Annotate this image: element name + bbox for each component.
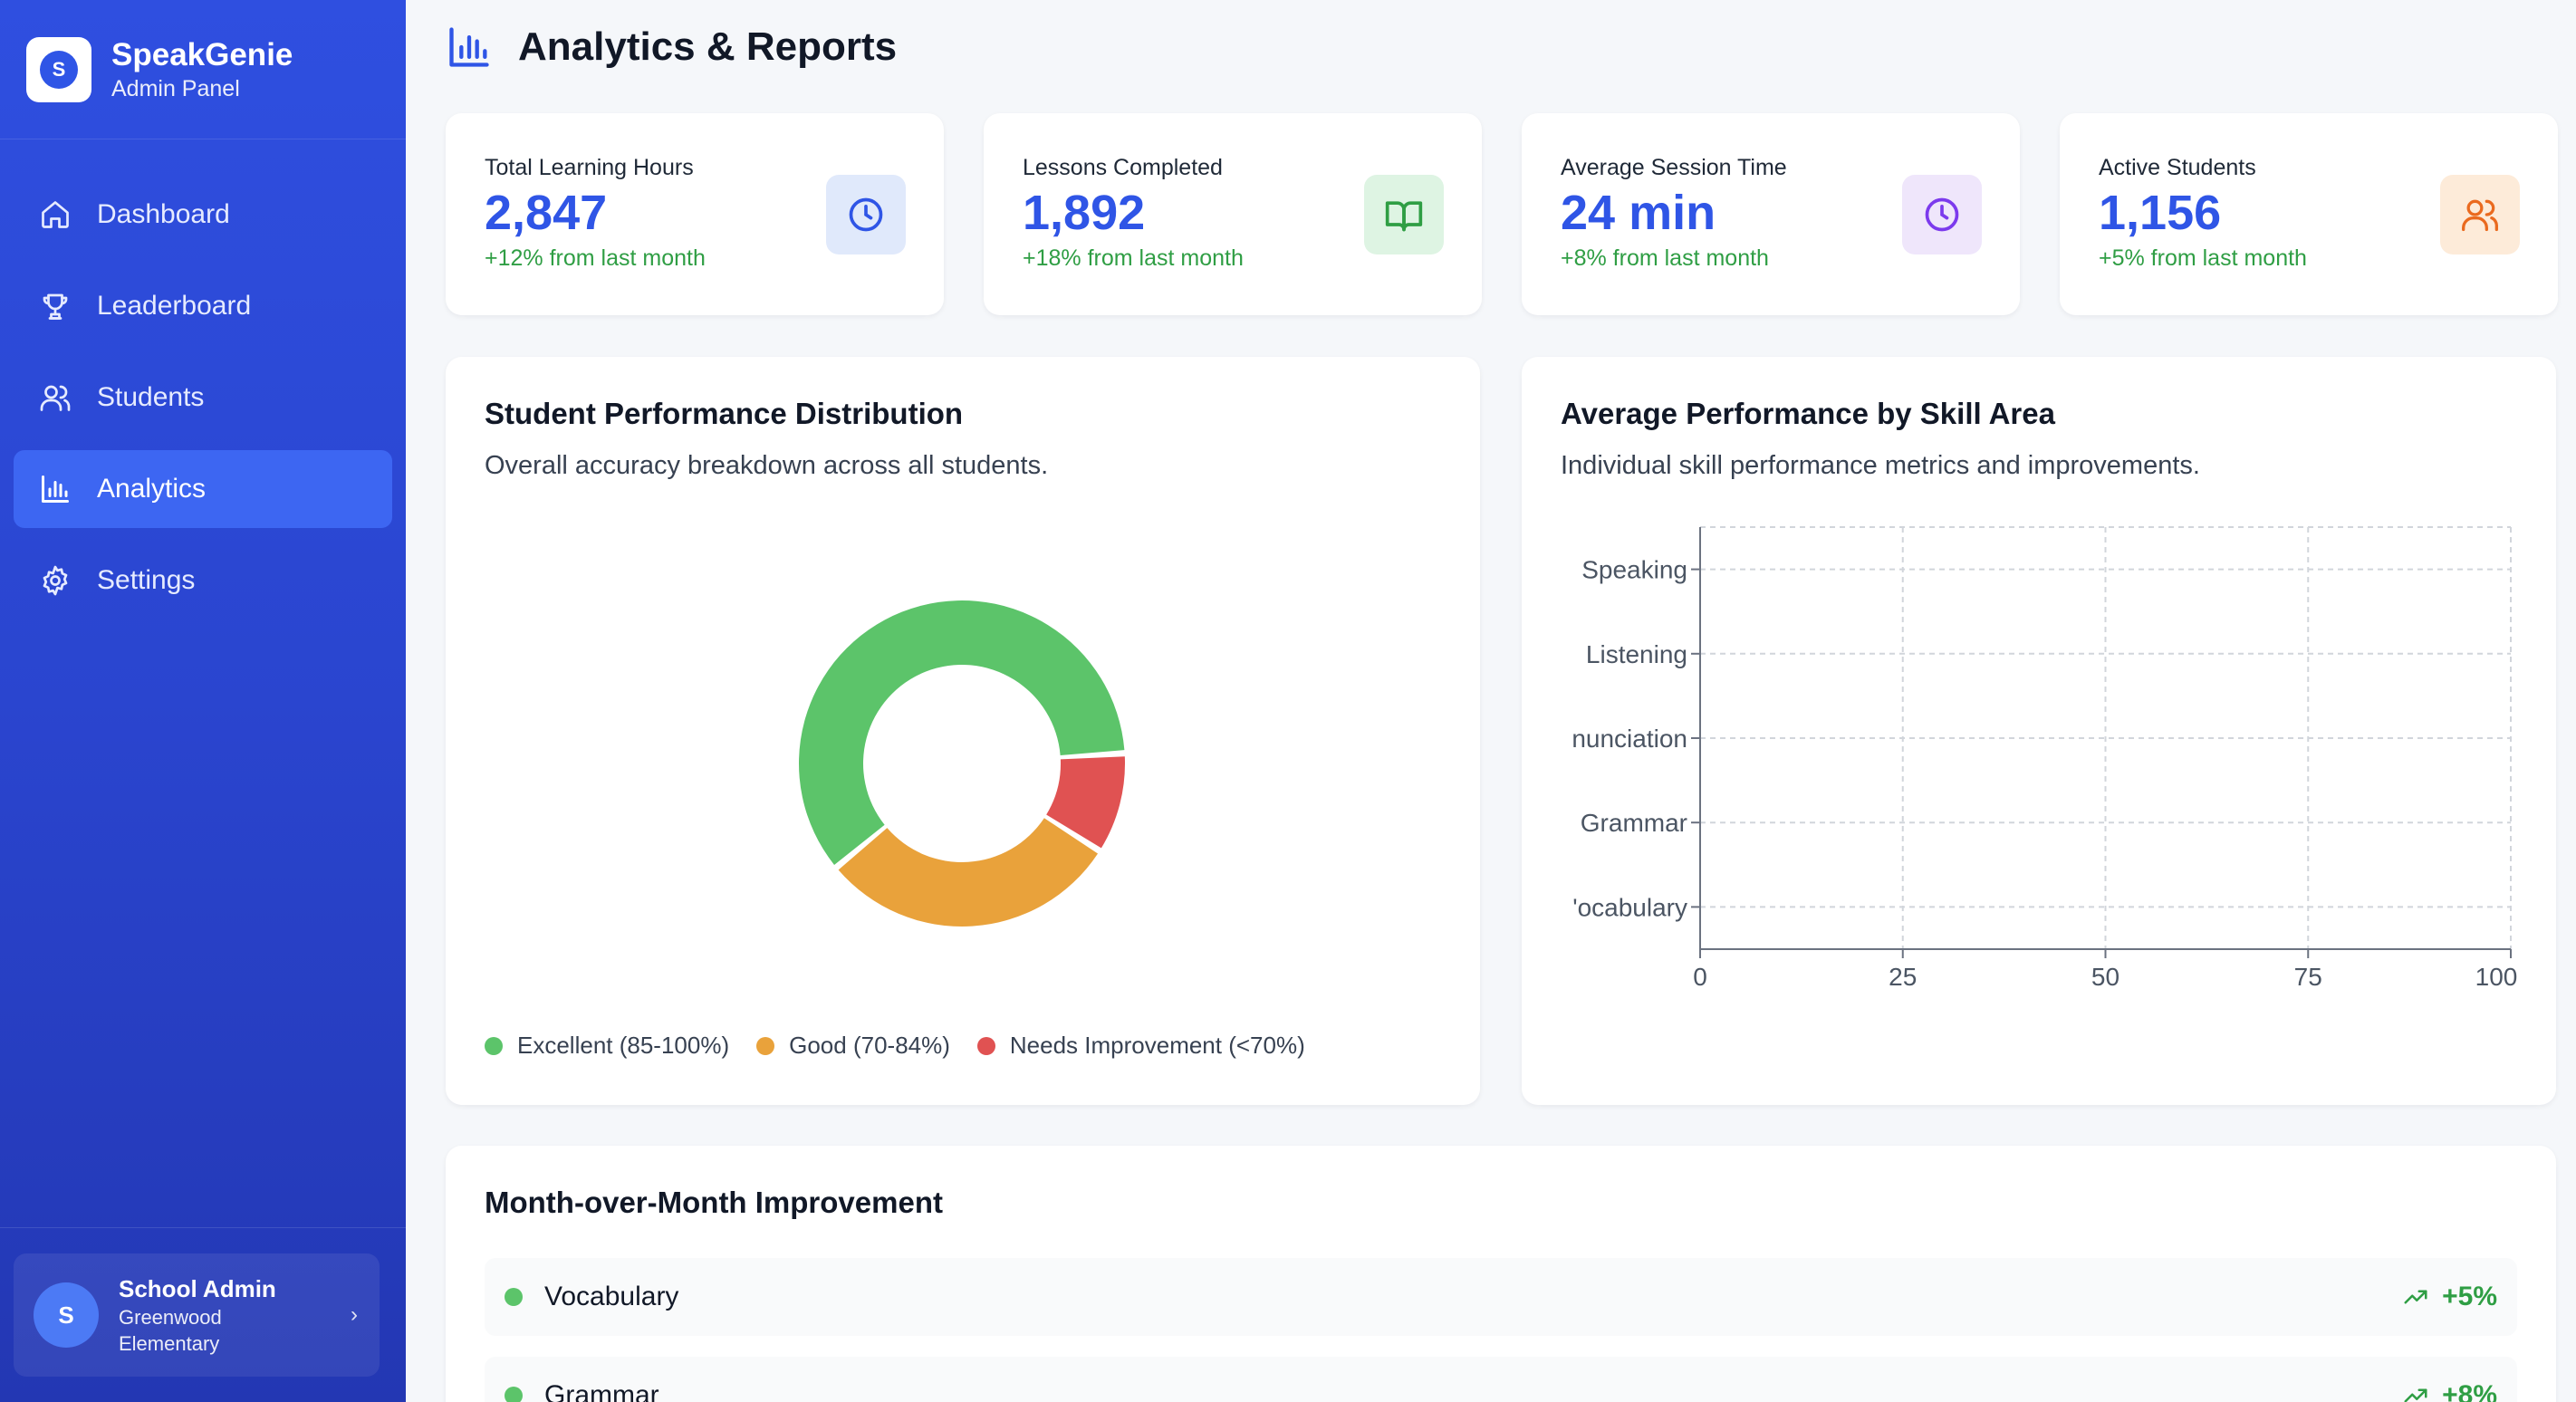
legend-swatch bbox=[976, 1036, 995, 1055]
trending-up-icon bbox=[2404, 1388, 2427, 1402]
y-tick-label: Listening bbox=[1586, 640, 1687, 668]
improvement-label: Grammar bbox=[544, 1380, 659, 1402]
sidebar-divider bbox=[0, 1227, 406, 1228]
stat-card-session-time: Average Session Time 24 min +8% from las… bbox=[1522, 113, 2020, 315]
legend-label: Needs Improvement (<70%) bbox=[1009, 1032, 1305, 1059]
brand-logo-letter: S bbox=[40, 50, 78, 89]
sidebar-item-label: Dashboard bbox=[97, 199, 230, 229]
user-name: School Admin bbox=[119, 1275, 276, 1302]
skill-bar-chart: 0 25 50 75 100 Speaking Listening nunciation Gra… bbox=[1572, 526, 2518, 991]
sidebar-item-leaderboard[interactable]: Leaderboard bbox=[14, 267, 392, 345]
chevron-right-icon: › bbox=[351, 1302, 358, 1327]
legend-swatch bbox=[485, 1036, 503, 1055]
y-tick-label: Speaking bbox=[1581, 556, 1687, 584]
brand-subtitle: Admin Panel bbox=[111, 75, 240, 101]
brand: S SpeakGenie Admin Panel bbox=[0, 0, 406, 139]
stat-icon-badge bbox=[1364, 175, 1444, 254]
sidebar: S SpeakGenie Admin Panel Dashboard Leade… bbox=[0, 0, 406, 1402]
status-dot bbox=[505, 1288, 523, 1306]
user-card[interactable]: S School Admin Greenwood Elementary › bbox=[14, 1253, 380, 1377]
x-tick-label: 0 bbox=[1693, 963, 1707, 991]
bar-chart-icon bbox=[42, 475, 69, 503]
brand-name: SpeakGenie bbox=[111, 36, 293, 72]
brand-logo[interactable]: S bbox=[26, 36, 91, 102]
trending-up-icon bbox=[2404, 1290, 2427, 1304]
legend-label: Good (70-84%) bbox=[789, 1032, 950, 1059]
trophy-icon bbox=[43, 293, 68, 320]
panel-title: Month-over-Month Improvement bbox=[485, 1186, 943, 1219]
chart-legend: Excellent (85-100%) Good (70-84%) Needs … bbox=[485, 1032, 1332, 1060]
improvement-row: Vocabulary +5% bbox=[485, 1258, 2517, 1336]
user-org: Greenwood Elementary bbox=[119, 1306, 222, 1355]
sidebar-item-settings[interactable]: Settings bbox=[14, 542, 392, 619]
avatar: S bbox=[34, 1282, 99, 1348]
stat-card-lessons-completed: Lessons Completed 1,892 +18% from last m… bbox=[984, 113, 1482, 315]
x-tick-label: 100 bbox=[2475, 963, 2518, 991]
page-header: Analytics & Reports bbox=[446, 20, 897, 74]
improvement-label: Vocabulary bbox=[544, 1282, 679, 1311]
legend-item[interactable]: Good (70-84%) bbox=[756, 1032, 950, 1060]
improvement-change-value: +8% bbox=[2442, 1380, 2497, 1402]
sidebar-item-analytics[interactable]: Analytics bbox=[14, 450, 392, 528]
improvement-change-value: +5% bbox=[2442, 1282, 2497, 1311]
bar-chart-icon bbox=[449, 27, 489, 67]
y-tick-label: nunciation bbox=[1572, 725, 1687, 753]
clock-icon bbox=[849, 197, 883, 232]
x-tick-label: 75 bbox=[2294, 963, 2322, 991]
y-tick-label: Grammar bbox=[1581, 809, 1687, 837]
stat-icon-badge bbox=[1902, 175, 1982, 254]
performance-distribution-panel: Student Performance Distribution Overall… bbox=[446, 357, 1480, 1105]
users-icon bbox=[2462, 199, 2498, 232]
y-tick-label: 'ocabulary bbox=[1572, 893, 1687, 921]
donut-slice[interactable] bbox=[838, 818, 1099, 927]
stat-card-active-students: Active Students 1,156 +5% from last mont… bbox=[2060, 113, 2558, 315]
stat-card-learning-hours: Total Learning Hours 2,847 +12% from las… bbox=[446, 113, 944, 315]
legend-swatch bbox=[756, 1036, 775, 1055]
stat-icon-badge bbox=[826, 175, 906, 254]
x-tick-label: 50 bbox=[2091, 963, 2119, 991]
clock-icon bbox=[1925, 197, 1959, 232]
users-icon bbox=[40, 385, 71, 411]
sidebar-nav: Dashboard Leaderboard Students Analytics… bbox=[0, 139, 406, 619]
legend-label: Excellent (85-100%) bbox=[517, 1032, 730, 1059]
sidebar-item-label: Settings bbox=[97, 565, 196, 595]
book-icon bbox=[1385, 201, 1423, 232]
skill-performance-panel: Average Performance by Skill Area Indivi… bbox=[1522, 357, 2556, 1105]
legend-item[interactable]: Excellent (85-100%) bbox=[485, 1032, 729, 1060]
stat-icon-badge bbox=[2440, 175, 2520, 254]
sidebar-item-students[interactable]: Students bbox=[14, 359, 392, 437]
legend-item[interactable]: Needs Improvement (<70%) bbox=[976, 1032, 1305, 1060]
sidebar-item-label: Leaderboard bbox=[97, 291, 252, 321]
month-improvement-panel: Month-over-Month Improvement Vocabulary … bbox=[446, 1146, 2556, 1402]
gear-icon bbox=[43, 565, 68, 596]
page-title: Analytics & Reports bbox=[518, 24, 898, 69]
improvement-change: +5% bbox=[2402, 1282, 2497, 1312]
improvement-row: Grammar +8% bbox=[485, 1357, 2517, 1402]
sidebar-item-label: Analytics bbox=[97, 474, 207, 504]
sidebar-item-dashboard[interactable]: Dashboard bbox=[14, 176, 392, 254]
donut-chart bbox=[799, 600, 1125, 927]
sidebar-item-label: Students bbox=[97, 382, 205, 412]
status-dot bbox=[505, 1387, 523, 1402]
x-tick-label: 25 bbox=[1889, 963, 1917, 991]
home-icon bbox=[42, 201, 69, 228]
improvement-change: +8% bbox=[2402, 1380, 2497, 1402]
